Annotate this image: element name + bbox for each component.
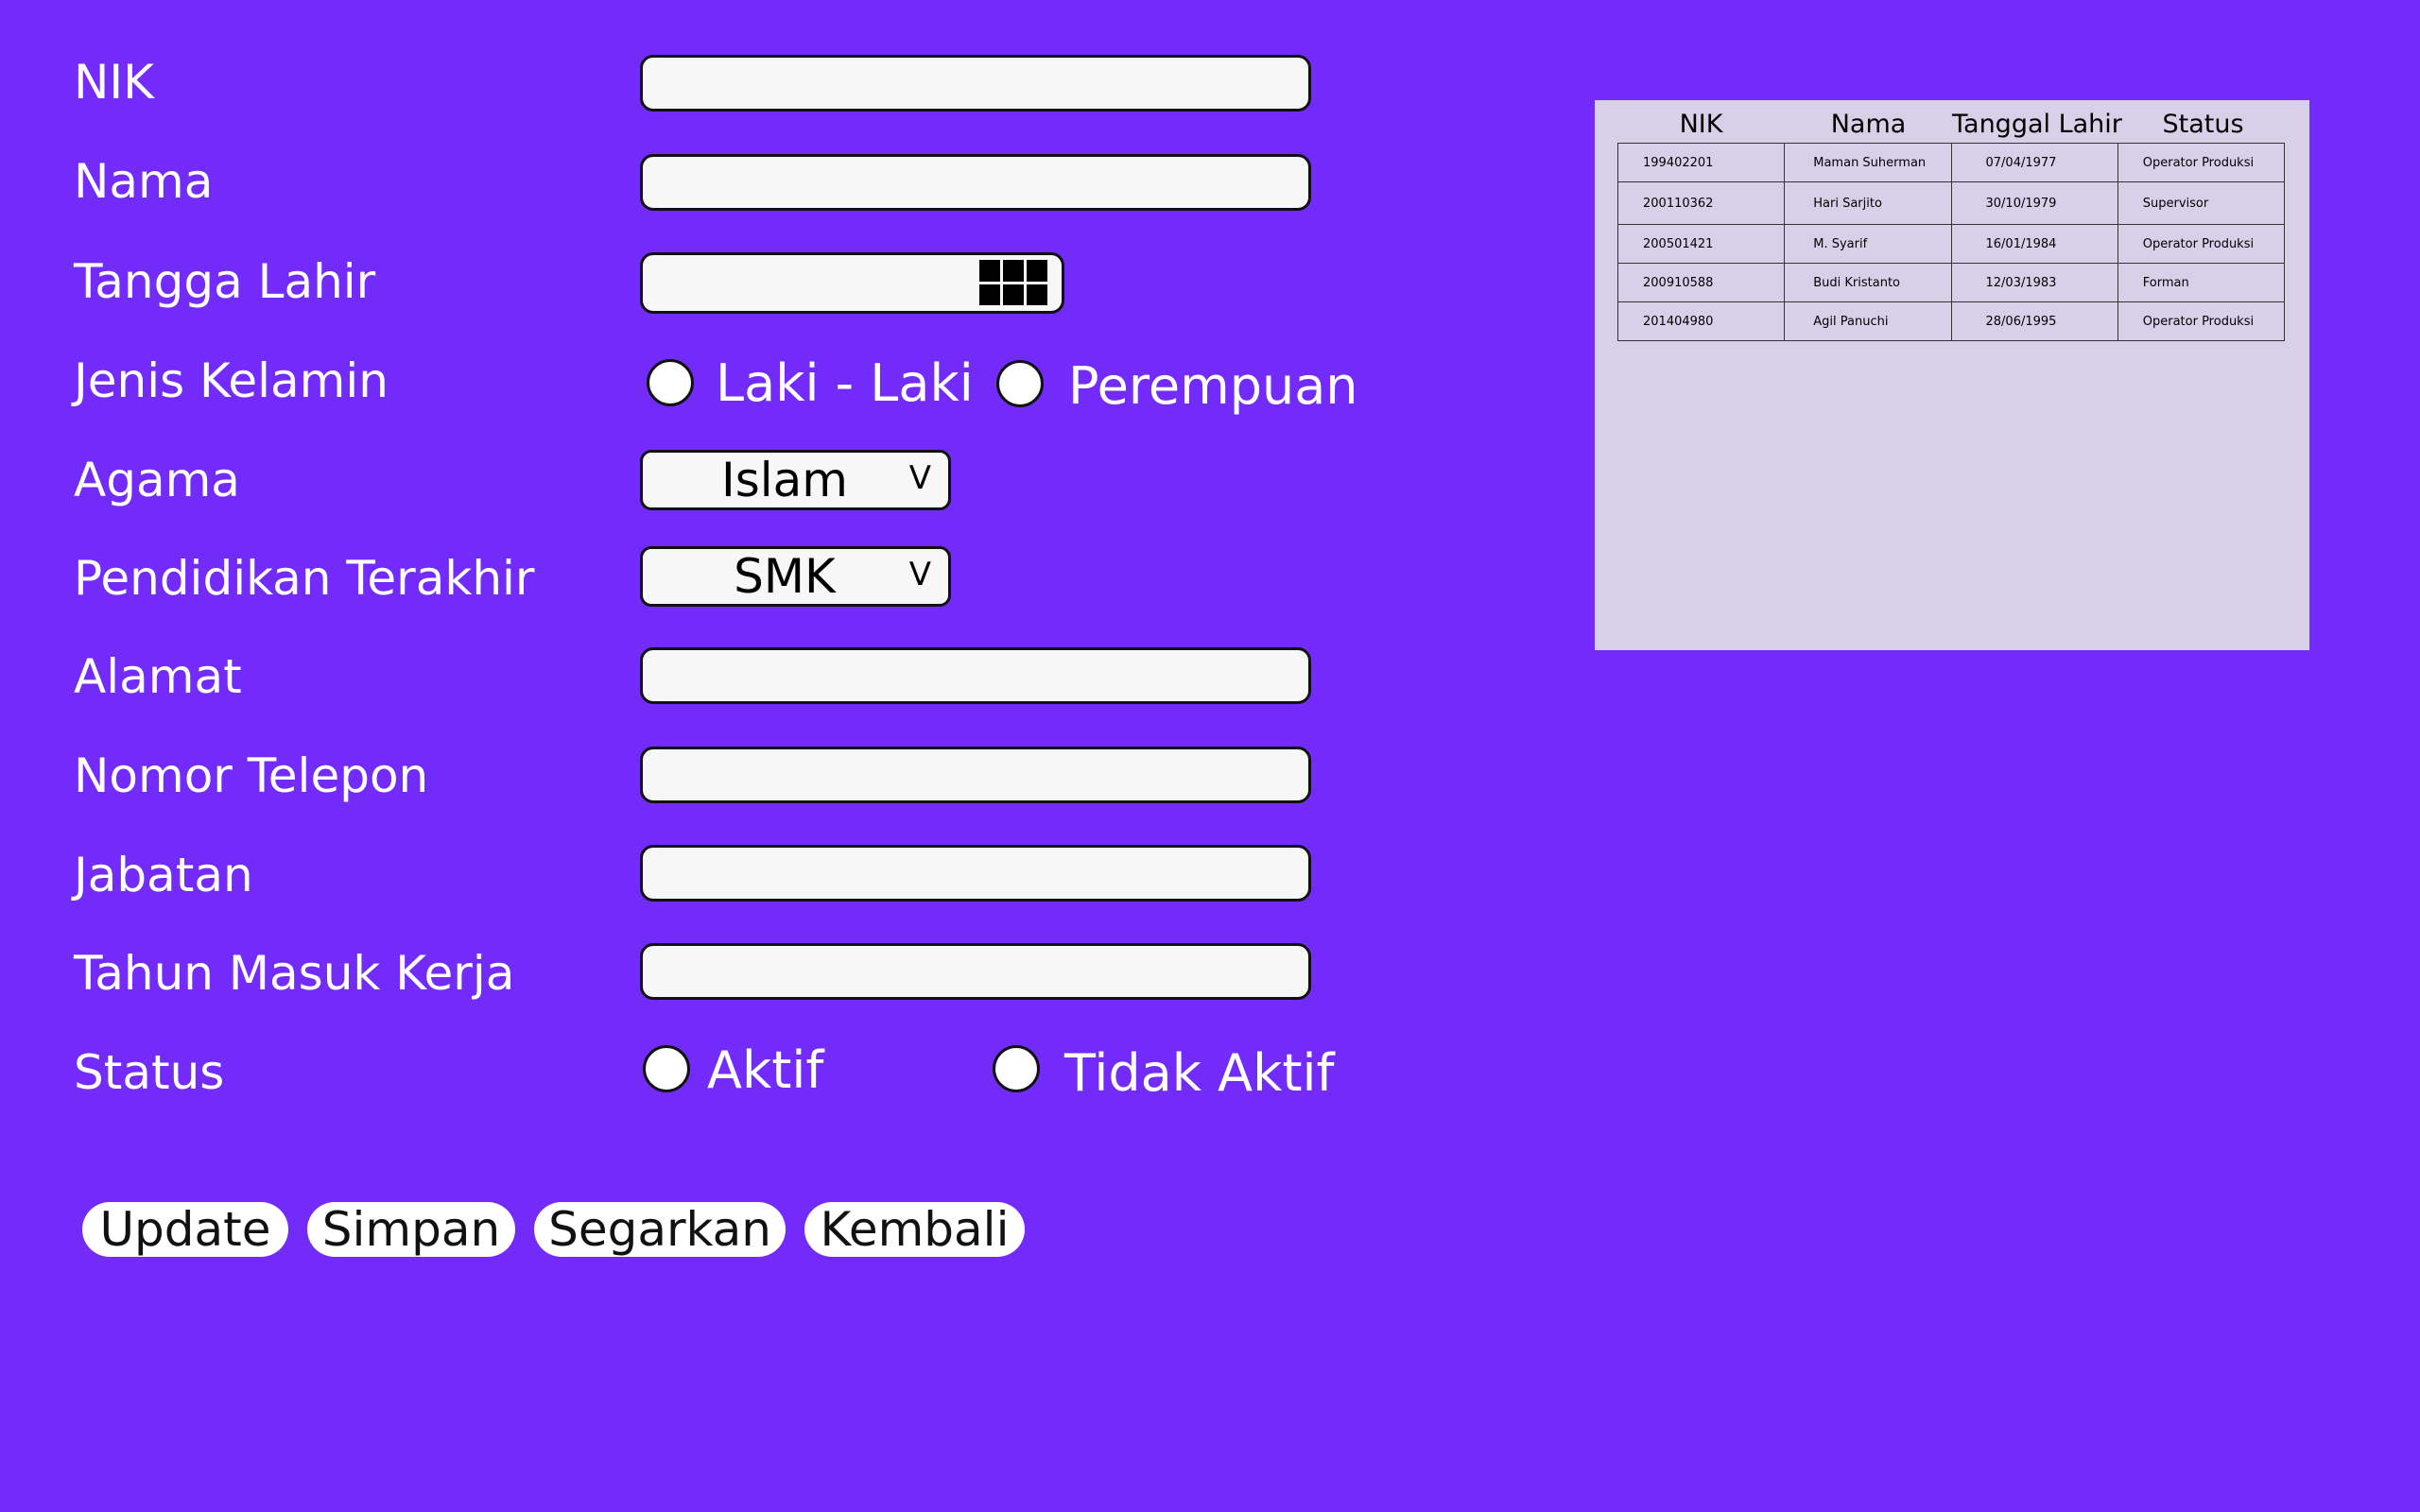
radio-tidak-aktif[interactable] <box>993 1045 1040 1092</box>
table-cell-tanggal-lahir: 12/03/1983 <box>1950 263 2118 302</box>
table-cell-nama: Hari Sarjito <box>1784 181 1952 225</box>
table-cell-status: Operator Produksi <box>2117 301 2286 341</box>
simpan-button[interactable]: Simpan <box>307 1202 515 1257</box>
radio-label-perempuan: Perempuan <box>1068 356 1358 416</box>
radio-label-laki-laki: Laki - Laki <box>716 353 974 413</box>
table-row[interactable]: 199402201 Maman Suherman 07/04/1977 Oper… <box>1616 143 2286 182</box>
chevron-down-icon: V <box>908 556 931 593</box>
update-button[interactable]: Update <box>82 1202 288 1257</box>
table-cell-nik: 200910588 <box>1616 263 1786 302</box>
table-header-status: Status <box>2162 110 2244 139</box>
radio-perempuan[interactable] <box>996 360 1044 407</box>
label-nama: Nama <box>74 154 214 209</box>
agama-selected-value: Islam <box>720 453 849 507</box>
label-jabatan: Jabatan <box>74 848 253 902</box>
label-nik: NIK <box>74 55 154 110</box>
segarkan-button[interactable]: Segarkan <box>534 1202 786 1257</box>
pendidikan-selected-value: SMK <box>734 549 836 604</box>
tahun-masuk-field[interactable] <box>640 943 1311 1000</box>
pendidikan-select[interactable]: SMK V <box>640 546 951 607</box>
table-cell-status: Supervisor <box>2117 181 2286 225</box>
table-cell-nama: Maman Suherman <box>1784 143 1952 182</box>
table-cell-nama: Budi Kristanto <box>1784 263 1952 302</box>
nomor-telepon-field[interactable] <box>640 747 1311 803</box>
radio-laki-laki[interactable] <box>647 359 694 406</box>
tanggal-lahir-field[interactable] <box>640 252 1064 314</box>
radio-label-tidak-aktif: Tidak Aktif <box>1064 1043 1335 1103</box>
table-cell-nik: 201404980 <box>1616 301 1786 341</box>
table-cell-tanggal-lahir: 07/04/1977 <box>1950 143 2118 182</box>
table-cell-tanggal-lahir: 28/06/1995 <box>1950 301 2118 341</box>
label-agama: Agama <box>74 453 240 507</box>
label-status: Status <box>74 1045 225 1100</box>
table-row[interactable]: 200110362 Hari Sarjito 30/10/1979 Superv… <box>1616 181 2286 225</box>
label-tahun-masuk: Tahun Masuk Kerja <box>74 946 515 1001</box>
table-row[interactable]: 201404980 Agil Panuchi 28/06/1995 Operat… <box>1616 301 2286 341</box>
radio-aktif[interactable] <box>643 1045 690 1092</box>
nama-field[interactable] <box>640 154 1311 211</box>
employee-table: 199402201 Maman Suherman 07/04/1977 Oper… <box>1616 143 2286 341</box>
table-cell-nama: Agil Panuchi <box>1784 301 1952 341</box>
table-cell-tanggal-lahir: 30/10/1979 <box>1950 181 2118 225</box>
label-pendidikan: Pendidikan Terakhir <box>74 551 535 606</box>
label-tanggal-lahir: Tangga Lahir <box>74 254 376 309</box>
table-cell-nik: 199402201 <box>1616 143 1786 182</box>
table-cell-nama: M. Syarif <box>1784 224 1952 264</box>
nik-field[interactable] <box>640 55 1311 112</box>
employee-table-panel: NIK Nama Tanggal Lahir Status 199402201 … <box>1595 100 2309 650</box>
label-alamat: Alamat <box>74 649 242 704</box>
alamat-field[interactable] <box>640 647 1311 704</box>
table-header-tanggal-lahir: Tanggal Lahir <box>1952 110 2122 139</box>
table-header-nik: NIK <box>1679 110 1723 139</box>
table-cell-tanggal-lahir: 16/01/1984 <box>1950 224 2118 264</box>
table-header-nama: Nama <box>1830 110 1907 139</box>
jabatan-field[interactable] <box>640 845 1311 902</box>
calendar-icon[interactable] <box>979 260 1047 305</box>
chevron-down-icon: V <box>908 459 931 497</box>
table-cell-status: Operator Produksi <box>2117 143 2286 182</box>
table-row[interactable]: 200910588 Budi Kristanto 12/03/1983 Form… <box>1616 263 2286 302</box>
table-cell-nik: 200501421 <box>1616 224 1786 264</box>
label-jenis-kelamin: Jenis Kelamin <box>74 353 389 408</box>
label-nomor-telepon: Nomor Telepon <box>74 748 429 803</box>
table-cell-status: Forman <box>2117 263 2286 302</box>
table-row[interactable]: 200501421 M. Syarif 16/01/1984 Operator … <box>1616 224 2286 264</box>
table-cell-nik: 200110362 <box>1616 181 1786 225</box>
kembali-button[interactable]: Kembali <box>804 1202 1025 1257</box>
table-cell-status: Operator Produksi <box>2117 224 2286 264</box>
radio-label-aktif: Aktif <box>707 1040 824 1100</box>
agama-select[interactable]: Islam V <box>640 450 951 510</box>
